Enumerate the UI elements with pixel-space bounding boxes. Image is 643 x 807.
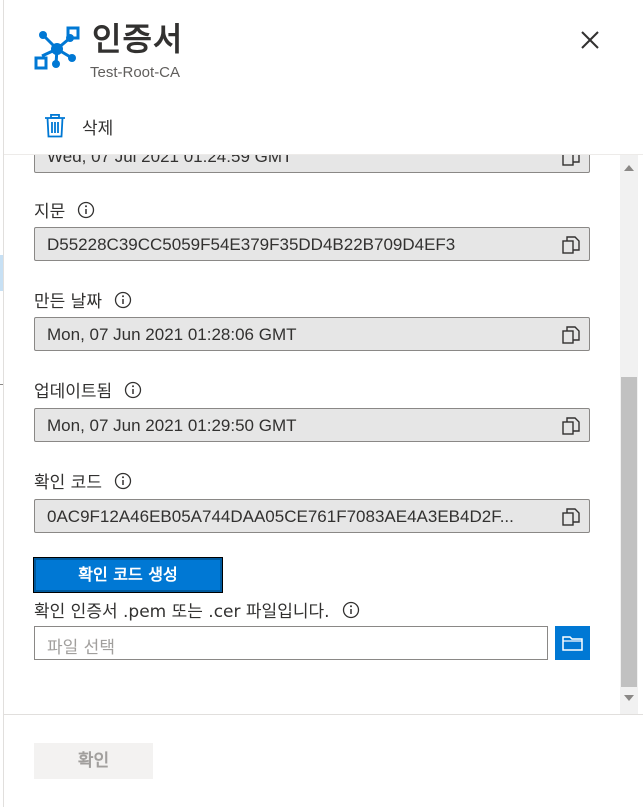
created-date-label-text: 만든 날짜 [34, 292, 102, 312]
thumbprint-label: 지문 [34, 197, 95, 222]
scroll-up-arrow-icon[interactable] [624, 165, 634, 171]
thumbprint-field: D55228C39CC5059F54E379F35DD4B22B709D4EF3 [34, 227, 590, 261]
certificate-network-icon [34, 26, 80, 70]
created-date-field: Mon, 07 Jun 2021 01:28:06 GMT [34, 317, 590, 351]
copy-icon[interactable] [561, 416, 581, 436]
verification-code-label: 확인 코드 [34, 468, 132, 493]
folder-icon [562, 636, 583, 651]
background-divider [0, 384, 3, 385]
thumbprint-value: D55228C39CC5059F54E379F35DD4B22B709D4EF3 [47, 235, 456, 254]
copy-icon[interactable] [561, 325, 581, 345]
updated-label: 업데이트됨 [34, 377, 142, 402]
expiry-date-value: Wed, 07 Jul 2021 01:24:59 GMT [47, 154, 293, 166]
info-icon[interactable] [77, 201, 95, 219]
file-select-placeholder: 파일 선택 [47, 638, 115, 658]
thumbprint-label-text: 지문 [34, 202, 66, 222]
generate-verification-code-button[interactable]: 확인 코드 생성 [33, 557, 223, 593]
page-subtitle: Test-Root-CA [90, 64, 181, 81]
blade-footer: 확인 [4, 714, 643, 807]
close-icon[interactable] [576, 26, 604, 54]
info-icon[interactable] [342, 601, 360, 619]
scroll-down-arrow-icon[interactable] [624, 695, 634, 701]
certificate-blade: 인증서 Test-Root-CA 삭제 Wed, 07 Jul 2021 01:… [4, 0, 643, 807]
verification-code-label-text: 확인 코드 [34, 473, 102, 493]
confirm-button[interactable]: 확인 [34, 743, 153, 779]
created-date-value: Mon, 07 Jun 2021 01:28:06 GMT [47, 325, 297, 344]
properties-scroll-area[interactable]: Wed, 07 Jul 2021 01:24:59 GMT 지문 D55228C… [4, 154, 643, 714]
info-icon[interactable] [114, 472, 132, 490]
background-highlight [0, 255, 3, 291]
updated-field: Mon, 07 Jun 2021 01:29:50 GMT [34, 408, 590, 442]
verification-code-field: 0AC9F12A46EB05A744DAA05CE761F7083AE4A3EB… [34, 499, 590, 533]
updated-value: Mon, 07 Jun 2021 01:29:50 GMT [47, 416, 297, 435]
copy-icon[interactable] [561, 235, 581, 255]
updated-label-text: 업데이트됨 [34, 382, 113, 402]
info-icon[interactable] [114, 291, 132, 309]
scrollbar-thumb[interactable] [621, 377, 637, 687]
verification-code-value: 0AC9F12A46EB05A744DAA05CE761F7083AE4A3EB… [47, 507, 514, 526]
delete-button[interactable]: 삭제 [44, 110, 113, 142]
browse-file-button[interactable] [555, 626, 590, 660]
file-select-input[interactable]: 파일 선택 [34, 626, 548, 660]
copy-icon[interactable] [561, 154, 581, 167]
delete-label: 삭제 [82, 118, 114, 139]
trash-icon [45, 114, 65, 138]
vertical-scrollbar[interactable] [620, 155, 638, 714]
upload-certificate-label: 확인 인증서 .pem 또는 .cer 파일입니다. [34, 597, 360, 622]
created-date-label: 만든 날짜 [34, 287, 132, 312]
expiry-date-field: Wed, 07 Jul 2021 01:24:59 GMT [34, 154, 590, 173]
info-icon[interactable] [124, 381, 142, 399]
upload-certificate-label-text: 확인 인증서 .pem 또는 .cer 파일입니다. [34, 602, 330, 622]
page-title: 인증서 [92, 20, 184, 58]
copy-icon[interactable] [561, 507, 581, 527]
